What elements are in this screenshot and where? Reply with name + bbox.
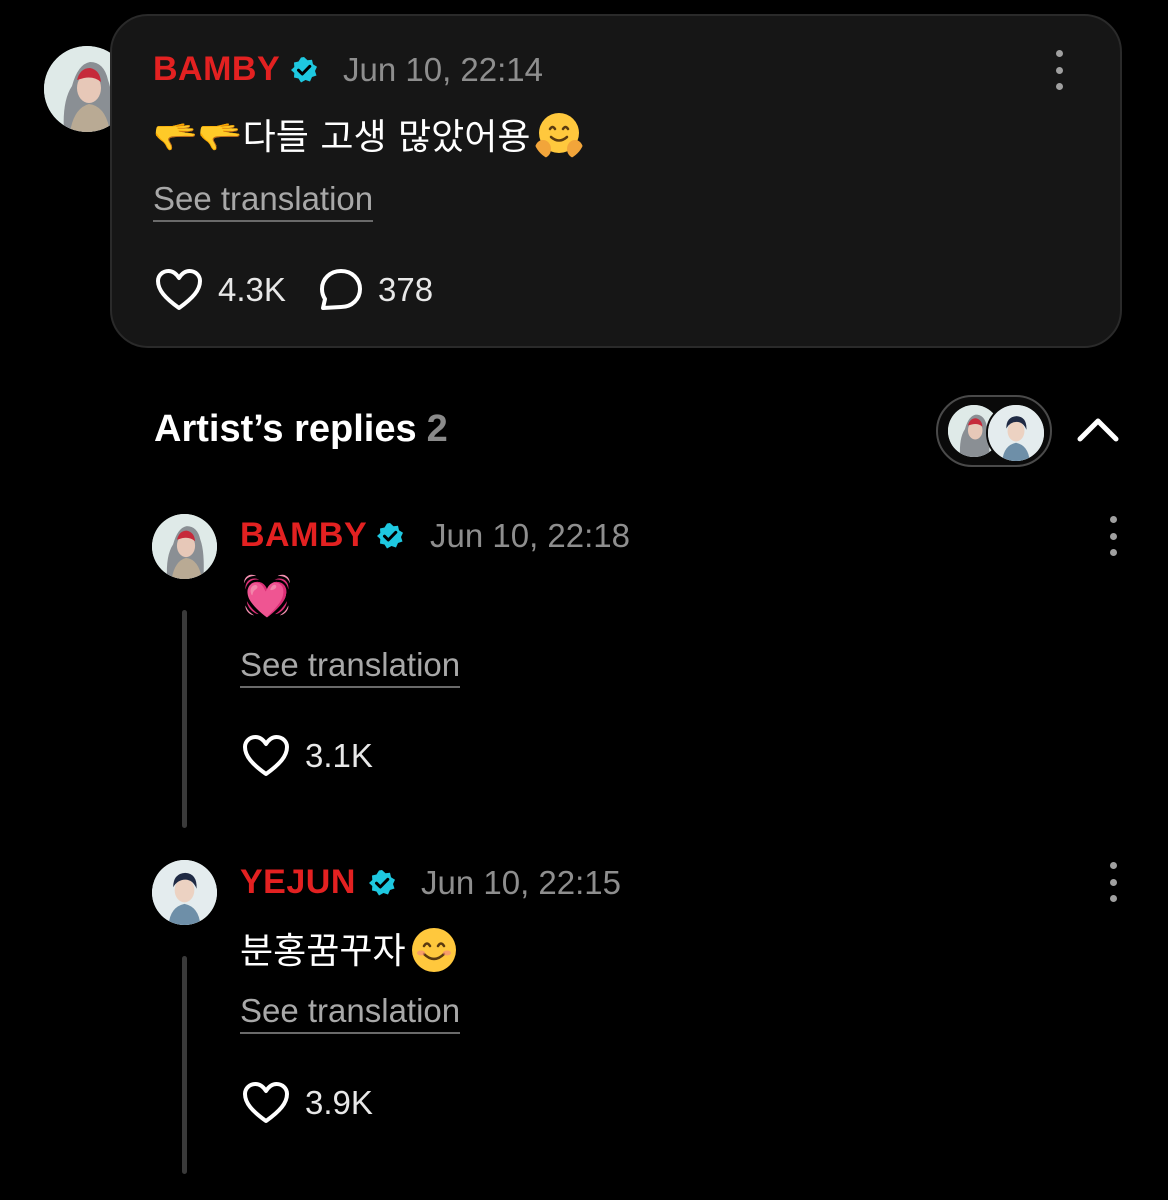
reply-1-like-button[interactable]: 3.1K <box>242 734 373 778</box>
reply-2-text: 분홍꿈꾸자 <box>240 931 406 972</box>
post-timestamp: Jun 10, 22:14 <box>343 51 543 88</box>
heart-icon <box>243 735 289 776</box>
reply-2-yejun-avatar[interactable] <box>152 860 217 925</box>
post-see-translation-link[interactable]: See translation <box>153 180 374 222</box>
reply-1-text: 💓 <box>242 573 292 619</box>
post-comment-count: 378 <box>378 271 434 308</box>
verified-badge-icon <box>377 523 403 549</box>
verified-badge-icon <box>369 870 395 896</box>
post-like-button[interactable]: 4.3K <box>155 268 286 312</box>
post-text: 🫳🫳다들 고생 많았어용 <box>153 117 531 158</box>
reply-avatars-stack[interactable] <box>936 395 1052 467</box>
reply-2-more-options-icon[interactable] <box>1103 862 1123 902</box>
artists-replies-count: 2 <box>426 408 448 450</box>
reply-2-author-name[interactable]: YEJUN <box>240 863 356 902</box>
reply-1-more-options-icon[interactable] <box>1103 516 1123 556</box>
artists-replies-title: Artist’s replies <box>154 408 417 450</box>
heart-icon <box>243 1082 289 1123</box>
artists-replies-header: Artist’s replies 2 <box>154 408 448 451</box>
reply-1-like-count: 3.1K <box>305 737 373 774</box>
reply-2-like-button[interactable]: 3.9K <box>242 1081 373 1125</box>
reply-2-see-translation-link[interactable]: See translation <box>240 992 461 1034</box>
reply-1-author-name[interactable]: BAMBY <box>240 516 367 555</box>
comment-bubble-icon <box>320 269 362 310</box>
heart-icon <box>156 269 202 310</box>
post-text-row: 🫳🫳다들 고생 많았어용 <box>153 108 585 161</box>
reply-2-timestamp: Jun 10, 22:15 <box>421 864 621 901</box>
reply-2-text-row: 분홍꿈꾸자 <box>240 922 458 974</box>
post-like-count: 4.3K <box>218 271 286 308</box>
reply-1-thread-line <box>182 610 187 828</box>
verified-badge-icon <box>291 57 317 83</box>
reply-2-thread-line <box>182 956 187 1174</box>
post-more-options-icon[interactable] <box>1049 50 1069 90</box>
collapse-chevron-up-icon[interactable] <box>1076 414 1120 444</box>
reply-2-like-count: 3.9K <box>305 1084 373 1121</box>
reply-1-timestamp: Jun 10, 22:18 <box>430 517 630 554</box>
post-comment-button[interactable]: 378 <box>318 268 433 312</box>
reply-1-see-translation-link[interactable]: See translation <box>240 646 461 688</box>
hugging-face-icon <box>534 113 583 158</box>
reply-1-bamby-avatar[interactable] <box>152 514 217 579</box>
yejun-mini-avatar <box>986 403 1046 463</box>
post-author-name[interactable]: BAMBY <box>153 50 280 89</box>
smiling-face-icon <box>411 928 456 972</box>
